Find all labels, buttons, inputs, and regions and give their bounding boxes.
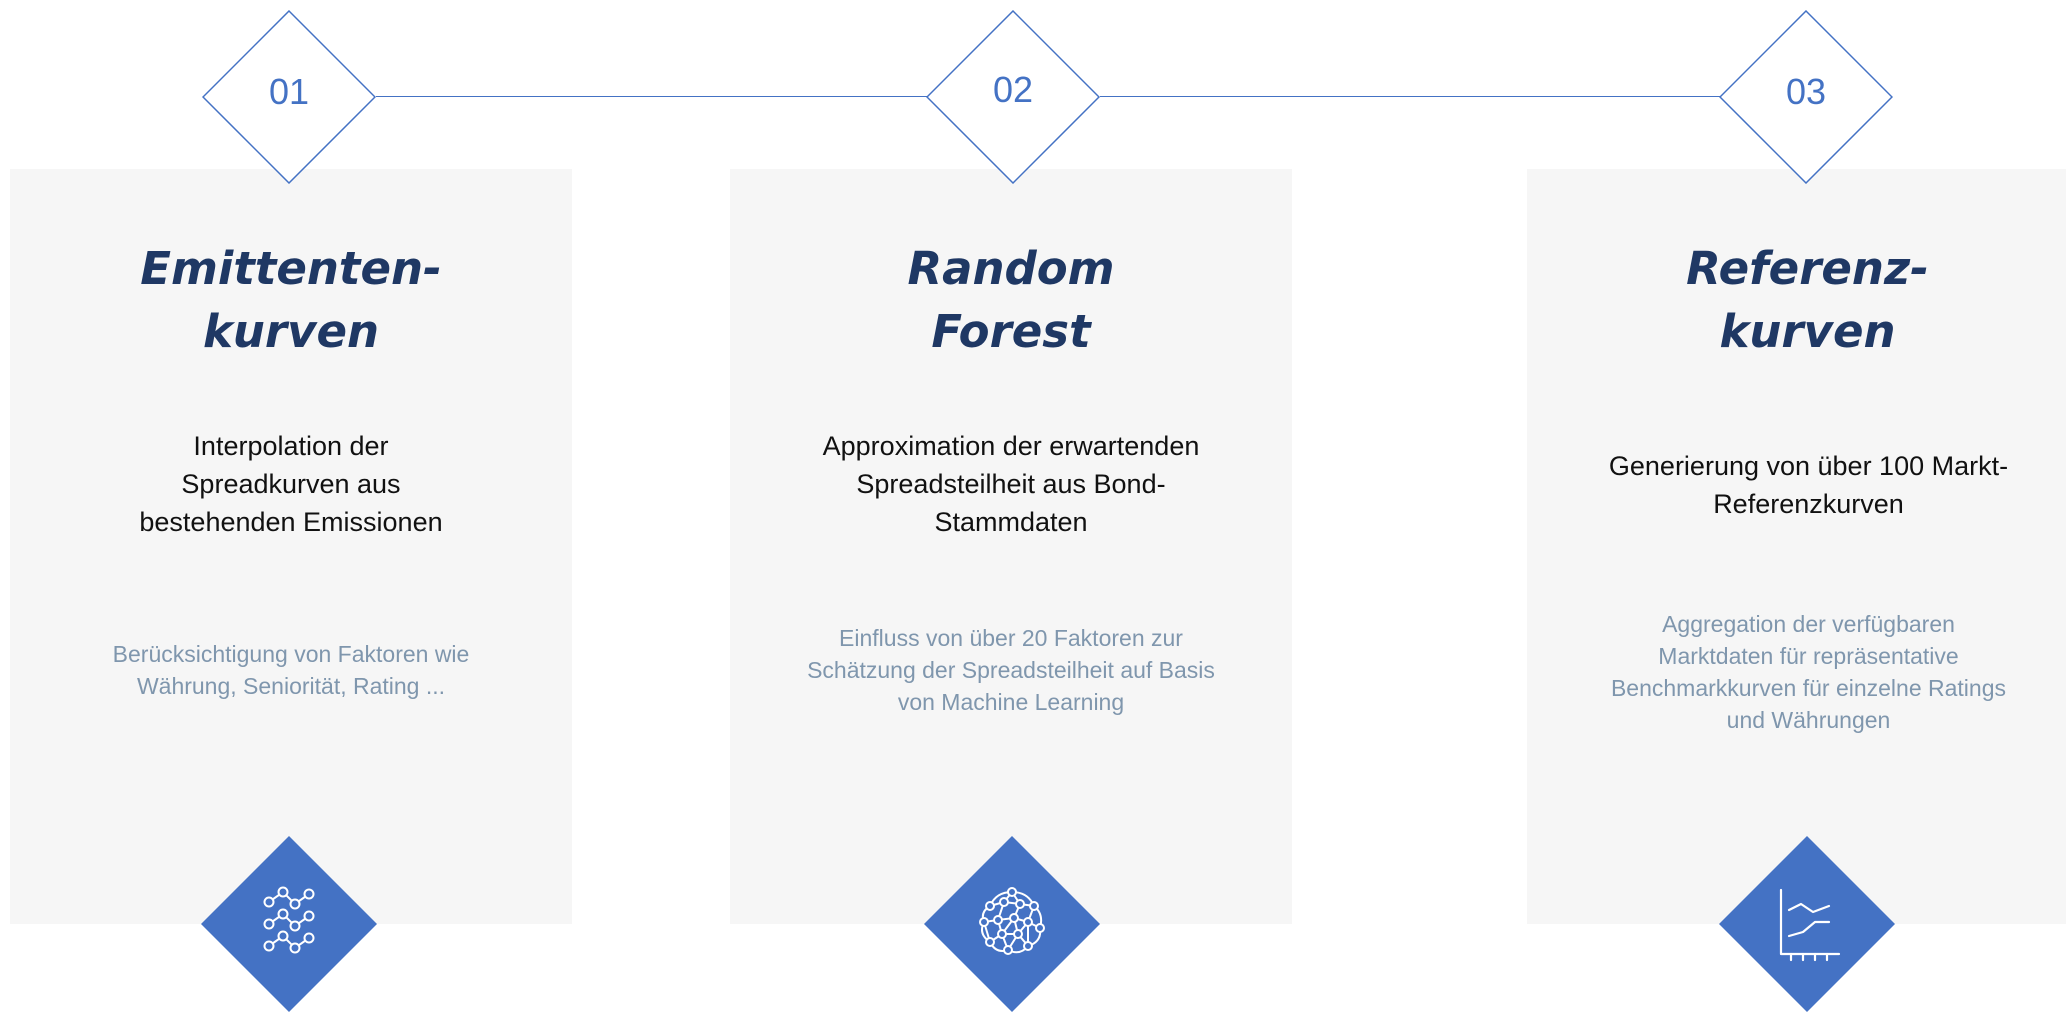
step-description-line: Währung, Seniorität, Rating ... <box>136 673 446 699</box>
step-number: 02 <box>992 69 1034 110</box>
step-card-1: Emittenten- kurven Interpolation der Spr… <box>10 169 572 924</box>
step-number: 01 <box>268 71 310 112</box>
step-description-line: Marktdaten für repräsentative <box>1658 643 1959 669</box>
step-title: Emittenten- kurven <box>10 237 572 363</box>
step-title: Random Forest <box>730 237 1292 363</box>
step-title-line: Random <box>907 242 1115 295</box>
network-lines-icon <box>201 836 377 1012</box>
step-subtitle-line: Spreadsteilheit aus Bond- <box>856 469 1166 499</box>
step-description: Aggregation der verfügbaren Marktdaten f… <box>1547 608 2066 736</box>
step-number-diamond-1: 01 <box>202 10 376 184</box>
step-description-line: Benchmarkkurven für einzelne Ratings <box>1610 675 2007 701</box>
step-subtitle-line: Referenzkurven <box>1713 489 1904 519</box>
step-description-line: Einfluss von über 20 Faktoren zur <box>839 625 1183 651</box>
step-card-3: Referenz- kurven Generierung von über 10… <box>1527 169 2066 924</box>
step-icon-diamond-2 <box>924 836 1100 1012</box>
step-number-diamond-2: 02 <box>926 10 1100 184</box>
step-description: Einfluss von über 20 Faktoren zur Schätz… <box>780 622 1242 718</box>
step-subtitle-line: Approximation der erwartenden <box>822 431 1200 461</box>
step-icon-diamond-1 <box>201 836 377 1012</box>
step-description-line: Berücksichtigung von Faktoren wie <box>112 641 470 667</box>
timeline-connector-2 <box>1100 96 1720 97</box>
step-subtitle-line: Generierung von über 100 Markt- <box>1608 451 2009 481</box>
step-subtitle-line: Stammdaten <box>934 507 1088 537</box>
neural-brain-icon <box>924 836 1100 1012</box>
step-title-line: Referenz- <box>1686 242 1929 295</box>
step-description-line: und Währungen <box>1726 707 1891 733</box>
step-subtitle-line: bestehenden Emissionen <box>139 507 443 537</box>
step-card-2: Random Forest Approximation der erwarten… <box>730 169 1292 924</box>
step-title-line: Forest <box>931 305 1091 358</box>
step-title-line: kurven <box>1719 305 1896 358</box>
step-subtitle-line: Spreadkurven aus <box>181 469 401 499</box>
step-subtitle: Approximation der erwartenden Spreadstei… <box>780 427 1242 541</box>
step-icon-diamond-3 <box>1719 836 1895 1012</box>
step-subtitle: Generierung von über 100 Markt- Referenz… <box>1547 447 2066 523</box>
step-number-diamond-3: 03 <box>1719 10 1893 184</box>
step-description-line: Aggregation der verfügbaren <box>1662 611 1955 637</box>
step-description-line: Schätzung der Spreadsteilheit auf Basis <box>807 657 1215 683</box>
step-description-line: von Machine Learning <box>897 689 1125 715</box>
timeline-connector-1 <box>376 96 928 97</box>
step-description: Berücksichtigung von Faktoren wie Währun… <box>60 638 522 702</box>
step-title-line: kurven <box>202 305 380 358</box>
step-title: Referenz- kurven <box>1527 237 2066 363</box>
step-subtitle-line: Interpolation der <box>193 431 389 461</box>
step-subtitle: Interpolation der Spreadkurven aus beste… <box>60 427 522 541</box>
step-number: 03 <box>1785 71 1827 112</box>
step-title-line: Emittenten- <box>140 242 442 295</box>
line-chart-icon <box>1719 836 1895 1012</box>
